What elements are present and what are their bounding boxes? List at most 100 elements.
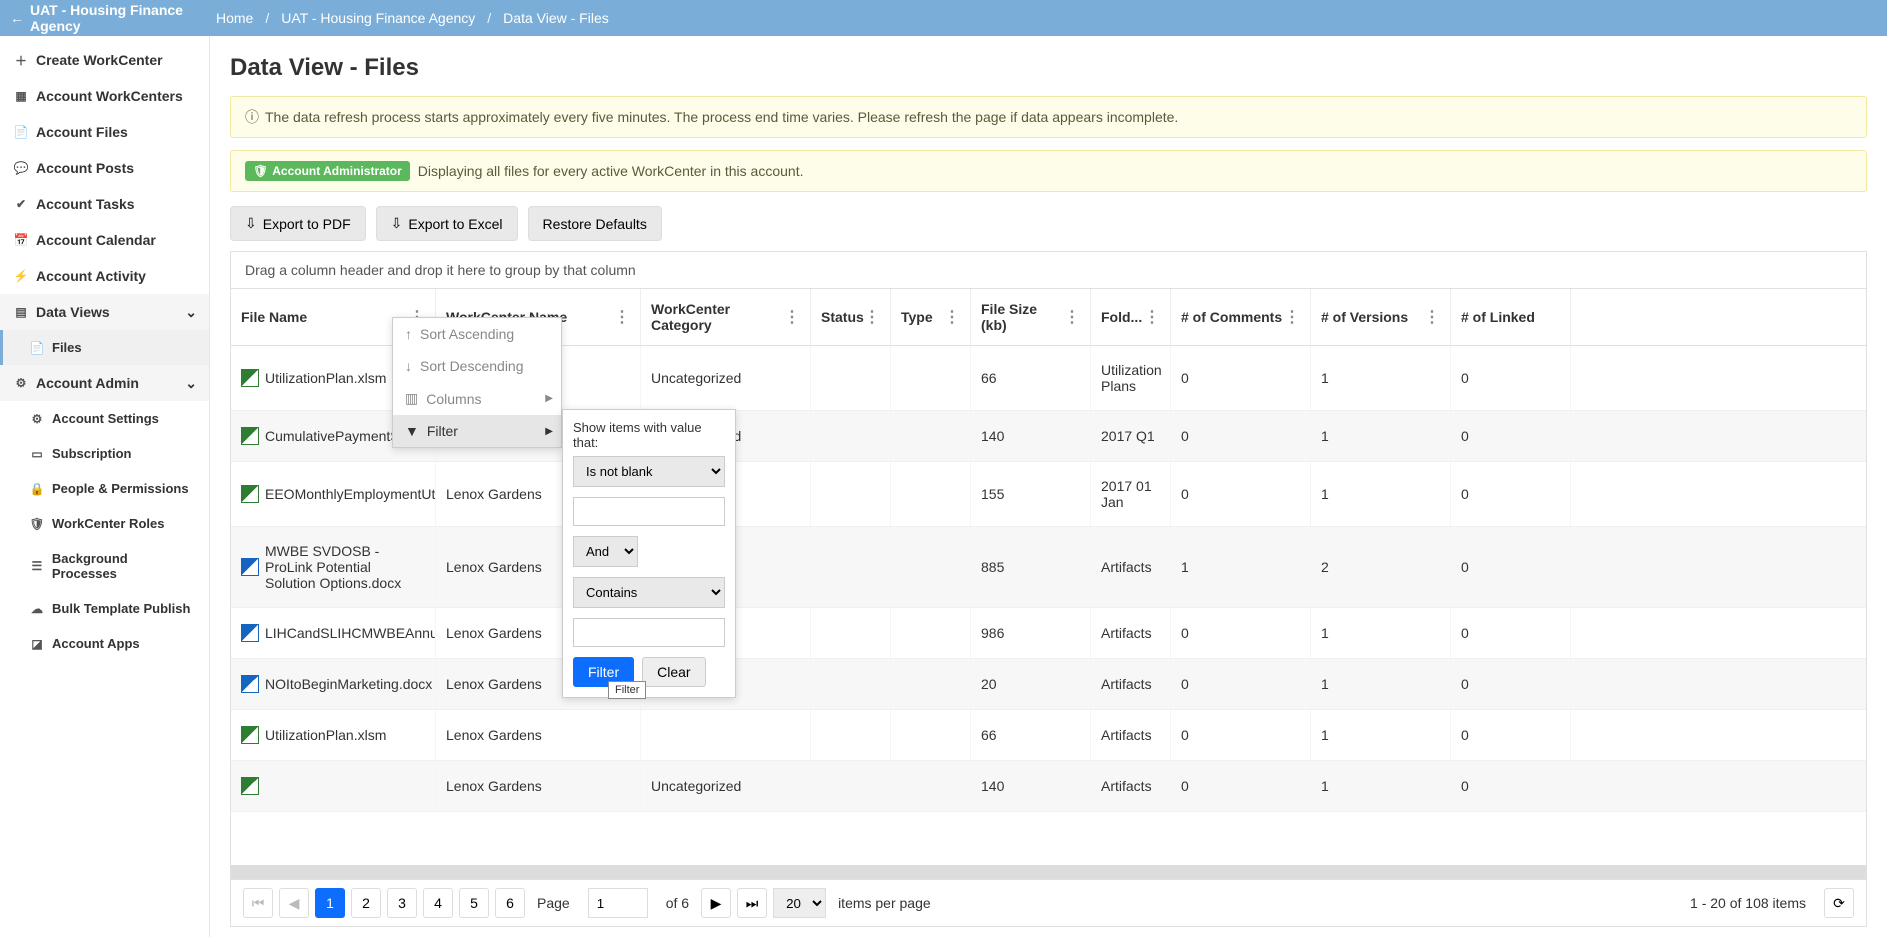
btn-label: Export to PDF <box>263 216 351 232</box>
comment-icon: 💬 <box>14 161 28 175</box>
menu-sort-descending[interactable]: ↓Sort Descending <box>393 350 561 382</box>
col-header-folder[interactable]: Fold...⋮ <box>1091 289 1171 345</box>
cell-folder: Utilization Plans <box>1091 346 1171 410</box>
sidebar-account-admin[interactable]: ⚙Account Admin⌄ <box>0 365 209 401</box>
pager-page-2[interactable]: 2 <box>351 888 381 918</box>
cell-folder: 2017 01 Jan <box>1091 462 1171 526</box>
filename-text: UtilizationPlan.xlsm <box>265 370 386 386</box>
cell-versions: 1 <box>1311 710 1451 760</box>
cell-linked: 0 <box>1451 659 1571 709</box>
col-header-filesize[interactable]: File Size (kb)⋮ <box>971 289 1091 345</box>
sidebar-subscription[interactable]: ▭Subscription <box>0 436 209 471</box>
export-excel-button[interactable]: ⇩Export to Excel <box>376 206 518 241</box>
cell-status <box>811 659 891 709</box>
column-menu-icon[interactable]: ⋮ <box>784 307 800 327</box>
sidebar-item-label: Subscription <box>52 446 131 461</box>
pager-page-1[interactable]: 1 <box>315 888 345 918</box>
pager-refresh-button[interactable]: ⟳ <box>1824 888 1854 918</box>
cell-comments: 0 <box>1171 346 1311 410</box>
sidebar-account-settings[interactable]: ⚙Account Settings <box>0 401 209 436</box>
sidebar-account-activity[interactable]: ⚡Account Activity <box>0 258 209 294</box>
filename-text: LIHCandSLIHCMWBEAnnualRe... <box>265 625 436 641</box>
table-row[interactable]: UtilizationPlan.xlsmLenox Gardens66Artif… <box>231 710 1866 761</box>
pager-next-button[interactable]: ▶ <box>701 888 731 918</box>
pager-summary: 1 - 20 of 108 items <box>1690 895 1806 911</box>
column-menu-icon[interactable]: ⋮ <box>1064 307 1080 327</box>
sidebar-bulk-template-publish[interactable]: ☁Bulk Template Publish <box>0 591 209 626</box>
table-row[interactable]: Lenox GardensUncategorized140Artifacts01… <box>231 761 1866 812</box>
horizontal-scrollbar[interactable] <box>231 865 1866 879</box>
breadcrumb-account[interactable]: UAT - Housing Finance Agency <box>281 10 475 26</box>
column-menu-icon[interactable]: ⋮ <box>1424 307 1440 327</box>
breadcrumb-home[interactable]: Home <box>216 10 253 26</box>
filter-operator1-select[interactable]: Is not blank <box>573 456 725 487</box>
restore-defaults-button[interactable]: Restore Defaults <box>528 206 662 241</box>
col-label: File Name <box>241 309 307 325</box>
filter-value1-input[interactable] <box>573 497 725 526</box>
table-row[interactable]: MWBE SVDOSB - ProLink Potential Solution… <box>231 527 1866 608</box>
export-pdf-button[interactable]: ⇩Export to PDF <box>230 206 366 241</box>
pager-first-button[interactable]: ⏮ <box>243 888 273 918</box>
col-header-category[interactable]: WorkCenter Category⋮ <box>641 289 811 345</box>
filter-value2-input[interactable] <box>573 618 725 647</box>
cell-linked: 0 <box>1451 346 1571 410</box>
pager-prev-button[interactable]: ◀ <box>279 888 309 918</box>
menu-label: Filter <box>427 423 458 439</box>
col-header-linked[interactable]: # of Linked <box>1451 289 1571 345</box>
col-header-status[interactable]: Status⋮ <box>811 289 891 345</box>
bolt-icon: ⚡ <box>14 269 28 283</box>
column-menu-icon[interactable]: ⋮ <box>864 307 880 327</box>
grid-icon: ▦ <box>14 89 28 103</box>
sidebar-data-views[interactable]: ▤Data Views⌄ <box>0 294 209 330</box>
filter-clear-button[interactable]: Clear <box>642 657 705 687</box>
menu-sort-ascending[interactable]: ↑Sort Ascending <box>393 318 561 350</box>
table-row[interactable]: LIHCandSLIHCMWBEAnnualRe...Lenox Gardens… <box>231 608 1866 659</box>
col-header-type[interactable]: Type⋮ <box>891 289 971 345</box>
sidebar-account-tasks[interactable]: ✔Account Tasks <box>0 186 209 222</box>
cell-filename: NOItoBeginMarketing.docx <box>231 659 436 709</box>
cell-size: 66 <box>971 346 1091 410</box>
menu-columns[interactable]: ▥Columns▶ <box>393 382 561 415</box>
sidebar-account-calendar[interactable]: 📅Account Calendar <box>0 222 209 258</box>
sidebar-dv-files[interactable]: 📄Files <box>0 330 209 365</box>
sidebar-workcenter-roles[interactable]: 🛡WorkCenter Roles <box>0 506 209 541</box>
cell-size: 20 <box>971 659 1091 709</box>
page-title: Data View - Files <box>230 54 1867 82</box>
sidebar-people-permissions[interactable]: 🔒People & Permissions <box>0 471 209 506</box>
word-file-icon <box>241 675 259 693</box>
table-row[interactable]: NOItoBeginMarketing.docxLenox Gardens20A… <box>231 659 1866 710</box>
menu-filter[interactable]: ▼Filter▶ <box>393 415 561 447</box>
sidebar-account-workcenters[interactable]: ▦Account WorkCenters <box>0 78 209 114</box>
pager-page-6[interactable]: 6 <box>495 888 525 918</box>
pager-page-input[interactable] <box>588 888 648 918</box>
sidebar-item-label: Account Apps <box>52 636 140 651</box>
column-menu-icon[interactable]: ⋮ <box>1144 307 1160 327</box>
filter-operator2-select[interactable]: Contains <box>573 577 725 608</box>
sidebar-background-processes[interactable]: ☰Background Processes <box>0 541 209 591</box>
menu-label: Sort Descending <box>420 358 524 374</box>
pager-page-4[interactable]: 4 <box>423 888 453 918</box>
pager-page-5[interactable]: 5 <box>459 888 489 918</box>
sidebar-create-workcenter[interactable]: ＋Create WorkCenter <box>0 42 209 78</box>
sidebar-account-posts[interactable]: 💬Account Posts <box>0 150 209 186</box>
pager-page-3[interactable]: 3 <box>387 888 417 918</box>
sidebar-item-label: Bulk Template Publish <box>52 601 190 616</box>
back-button[interactable]: ← UAT - Housing Finance Agency <box>10 2 210 34</box>
cell-versions: 1 <box>1311 346 1451 410</box>
sidebar-account-apps[interactable]: ◪Account Apps <box>0 626 209 661</box>
column-menu-icon[interactable]: ⋮ <box>1284 307 1300 327</box>
group-by-bar[interactable]: Drag a column header and drop it here to… <box>231 252 1866 289</box>
col-header-comments[interactable]: # of Comments⋮ <box>1171 289 1311 345</box>
cell-versions: 2 <box>1311 527 1451 607</box>
column-menu-icon[interactable]: ⋮ <box>944 307 960 327</box>
col-header-versions[interactable]: # of Versions⋮ <box>1311 289 1451 345</box>
table-row[interactable]: EEOMonthlyEmploymentUtiliza...Lenox Gard… <box>231 462 1866 527</box>
pager-last-button[interactable]: ⏭ <box>737 888 767 918</box>
calendar-icon: 📅 <box>14 233 28 247</box>
column-menu-icon[interactable]: ⋮ <box>614 307 630 327</box>
breadcrumb-current[interactable]: Data View - Files <box>503 10 609 26</box>
pager-pagesize-select[interactable]: 20 <box>773 888 826 918</box>
sidebar-account-files[interactable]: 📄Account Files <box>0 114 209 150</box>
filter-logic-select[interactable]: And <box>573 536 638 567</box>
cell-versions: 1 <box>1311 608 1451 658</box>
